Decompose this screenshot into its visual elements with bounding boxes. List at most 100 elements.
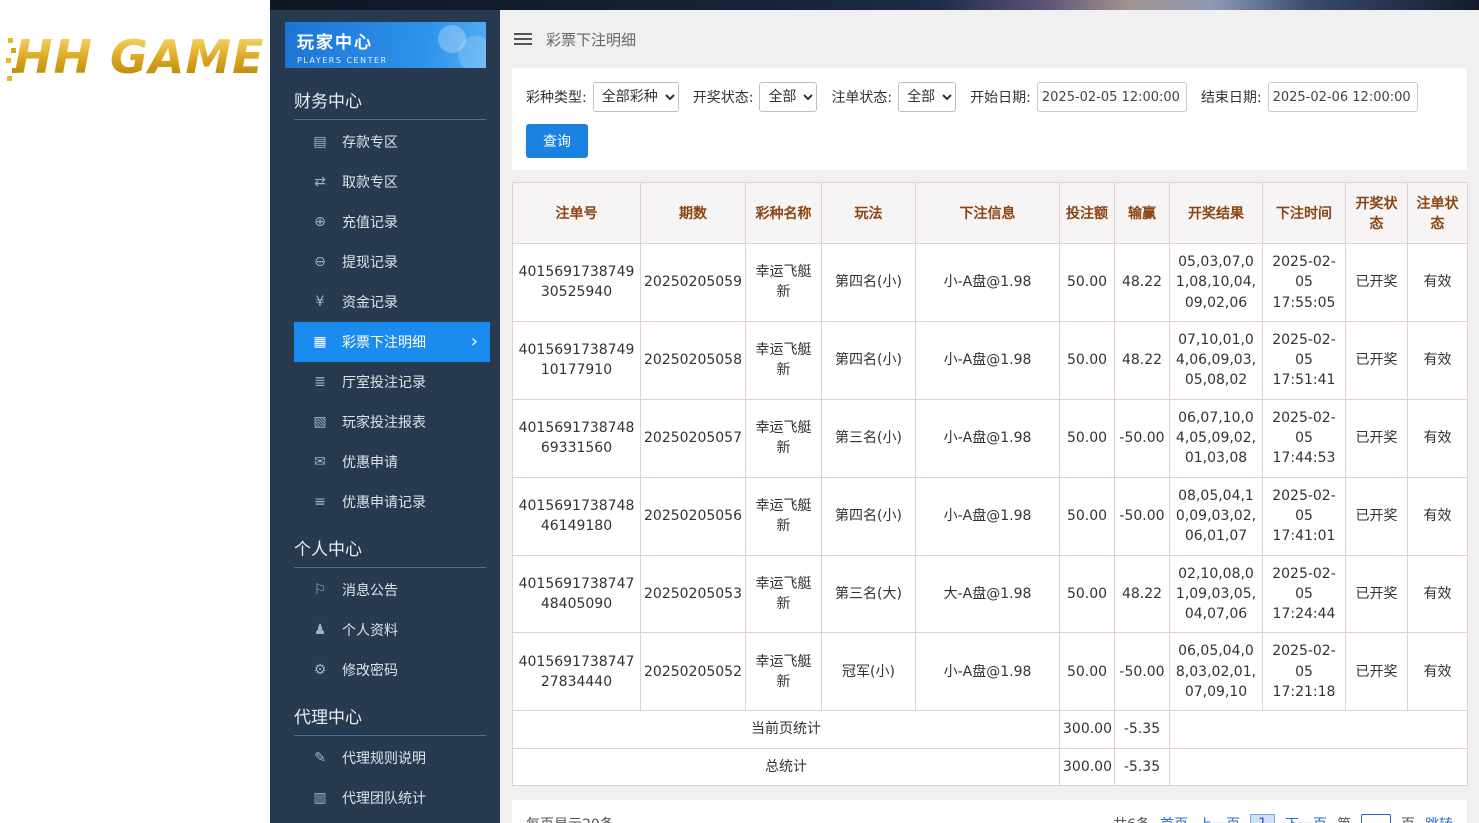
sidebar-item[interactable]: ✉优惠申请 (294, 442, 490, 482)
sidebar-item[interactable]: ✎代理规则说明 (294, 738, 490, 778)
lottery-bets-icon: ▦ (312, 334, 328, 350)
cell-lottery-name: 幸运飞艇新 (746, 477, 822, 555)
column-header: 彩种名称 (746, 183, 822, 244)
sidebar-item-label: 优惠申请记录 (342, 492, 426, 512)
logo: HH GAME (14, 30, 270, 84)
cell-bet-info: 小-A盘@1.98 (916, 633, 1060, 711)
jump-link[interactable]: 跳转 (1425, 814, 1453, 823)
sidebar-item[interactable]: ▧玩家投注报表 (294, 402, 490, 442)
cell-bet-info: 小-A盘@1.98 (916, 399, 1060, 477)
sidebar-item[interactable]: ⚐消息公告 (294, 570, 490, 610)
top-decorative-strip (270, 0, 1479, 10)
sidebar-item-label: 代理团队统计 (342, 788, 426, 808)
cell-period: 20250205052 (641, 633, 746, 711)
total-count: 共6条 (1113, 814, 1150, 823)
start-date-label: 开始日期: (970, 87, 1031, 107)
cell-draw-result: 02,10,08,01,09,03,05,04,07,06 (1170, 555, 1263, 633)
cell-bet-time: 2025-02-05 17:21:18 (1263, 633, 1346, 711)
page-size-label: 每页显示20条 (526, 814, 614, 823)
table-row: 40156917387474840509020250205053幸运飞艇新第三名… (513, 555, 1468, 633)
bets-table: 注单号期数彩种名称玩法下注信息投注额输赢开奖结果下注时间开奖状态注单状态 401… (512, 182, 1468, 786)
promo-record-icon: ≡ (312, 494, 328, 510)
table-row: 40156917387484614918020250205056幸运飞艇新第四名… (513, 477, 1468, 555)
cell-bet-time: 2025-02-05 17:51:41 (1263, 321, 1346, 399)
cell-bet-status: 有效 (1408, 399, 1468, 477)
cell-bet-amount: 50.00 (1060, 555, 1115, 633)
column-header: 开奖状态 (1346, 183, 1408, 244)
bell-icon: ⚐ (312, 582, 328, 598)
cell-bet-no: 401569173874727834440 (513, 633, 641, 711)
sidebar-item[interactable]: ⚙修改密码 (294, 650, 490, 690)
table-row: 40156917387491017791020250205058幸运飞艇新第四名… (513, 321, 1468, 399)
cell-period: 20250205058 (641, 321, 746, 399)
column-header: 下注时间 (1263, 183, 1346, 244)
end-date-input[interactable] (1268, 82, 1418, 112)
deposit-icon: ▤ (312, 134, 328, 150)
sidebar-item[interactable]: ≡ 优惠申请记录 (294, 482, 490, 522)
chevron-right-icon: › (471, 333, 478, 351)
promo-apply-icon: ✉ (312, 454, 328, 470)
cell-bet-status: 有效 (1408, 477, 1468, 555)
sidebar-item[interactable]: ≣厅室投注记录 (294, 362, 490, 402)
sidebar-item[interactable]: ♟个人资料 (294, 610, 490, 650)
next-page-link[interactable]: 下一页 (1285, 814, 1327, 823)
column-header: 注单状态 (1408, 183, 1468, 244)
jump-page-input[interactable] (1361, 814, 1391, 823)
bet-status-select[interactable]: 全部 (898, 82, 956, 112)
cell-draw-status: 已开奖 (1346, 244, 1408, 322)
current-page[interactable]: 1 (1250, 814, 1275, 823)
sidebar-item[interactable]: ▥ 代理团队统计 (294, 778, 490, 818)
column-header: 期数 (641, 183, 746, 244)
cell-lottery-name: 幸运飞艇新 (746, 399, 822, 477)
draw-status-select[interactable]: 全部 (759, 82, 817, 112)
sidebar-item[interactable]: ⊕充值记录 (294, 202, 490, 242)
summary-label: 总统计 (513, 748, 1060, 785)
sidebar-item[interactable]: ▤存款专区 (294, 122, 490, 162)
first-page-link[interactable]: 首页 (1160, 814, 1188, 823)
cell-win-loss: 48.22 (1115, 244, 1170, 322)
prev-page-link[interactable]: 上一页 (1198, 814, 1240, 823)
cell-bet-info: 小-A盘@1.98 (916, 477, 1060, 555)
summary-row: 总统计300.00-5.35 (513, 748, 1468, 785)
summary-row: 当前页统计300.00-5.35 (513, 711, 1468, 748)
sidebar-section-title: 个人中心 (294, 522, 486, 568)
column-header: 输赢 (1115, 183, 1170, 244)
cell-play-type: 第三名(小) (822, 399, 916, 477)
cell-bet-time: 2025-02-05 17:44:53 (1263, 399, 1346, 477)
cell-draw-status: 已开奖 (1346, 321, 1408, 399)
sidebar-item[interactable]: ⇄取款专区 (294, 162, 490, 202)
jump-label-pre: 第 (1337, 814, 1351, 823)
funds-record-icon: ¥ (312, 294, 328, 310)
cell-bet-amount: 50.00 (1060, 399, 1115, 477)
sidebar-item-label: 修改密码 (342, 660, 398, 680)
sidebar-header: 玩家中心 PLAYERS CENTER (285, 22, 486, 68)
stats-icon: ▥ (312, 790, 328, 806)
cell-draw-result: 05,03,07,01,08,10,04,09,02,06 (1170, 244, 1263, 322)
cell-bet-time: 2025-02-05 17:24:44 (1263, 555, 1346, 633)
column-header: 玩法 (822, 183, 916, 244)
search-button[interactable]: 查询 (526, 124, 588, 158)
summary-bet-total: 300.00 (1060, 711, 1115, 748)
lottery-type-select[interactable]: 全部彩种 (593, 82, 679, 112)
cell-bet-no: 401569173874748405090 (513, 555, 641, 633)
left-panel: HH GAME (0, 0, 270, 823)
column-header: 下注信息 (916, 183, 1060, 244)
start-date-input[interactable] (1037, 82, 1187, 112)
cell-bet-no: 401569173874910177910 (513, 321, 641, 399)
cell-draw-result: 07,10,01,04,06,09,03,05,08,02 (1170, 321, 1263, 399)
sidebar-item[interactable]: ▦彩票下注明细› (294, 322, 490, 362)
cell-play-type: 第四名(小) (822, 244, 916, 322)
sidebar-subtitle: PLAYERS CENTER (297, 56, 474, 65)
cell-draw-status: 已开奖 (1346, 555, 1408, 633)
menu-toggle-icon[interactable] (514, 30, 532, 48)
page: HH GAME 玩家中心 PLAYERS CENTER 财务中心▤存款专区⇄取款… (0, 0, 1479, 823)
cell-play-type: 第四名(小) (822, 477, 916, 555)
sidebar-item[interactable]: ⊖提现记录 (294, 242, 490, 282)
sidebar-item-label: 充值记录 (342, 212, 398, 232)
sidebar-item[interactable]: ¥资金记录 (294, 282, 490, 322)
cell-lottery-name: 幸运飞艇新 (746, 321, 822, 399)
cell-bet-status: 有效 (1408, 244, 1468, 322)
player-report-icon: ▧ (312, 414, 328, 430)
cell-draw-result: 06,05,04,08,03,02,01,07,09,10 (1170, 633, 1263, 711)
cell-bet-amount: 50.00 (1060, 477, 1115, 555)
